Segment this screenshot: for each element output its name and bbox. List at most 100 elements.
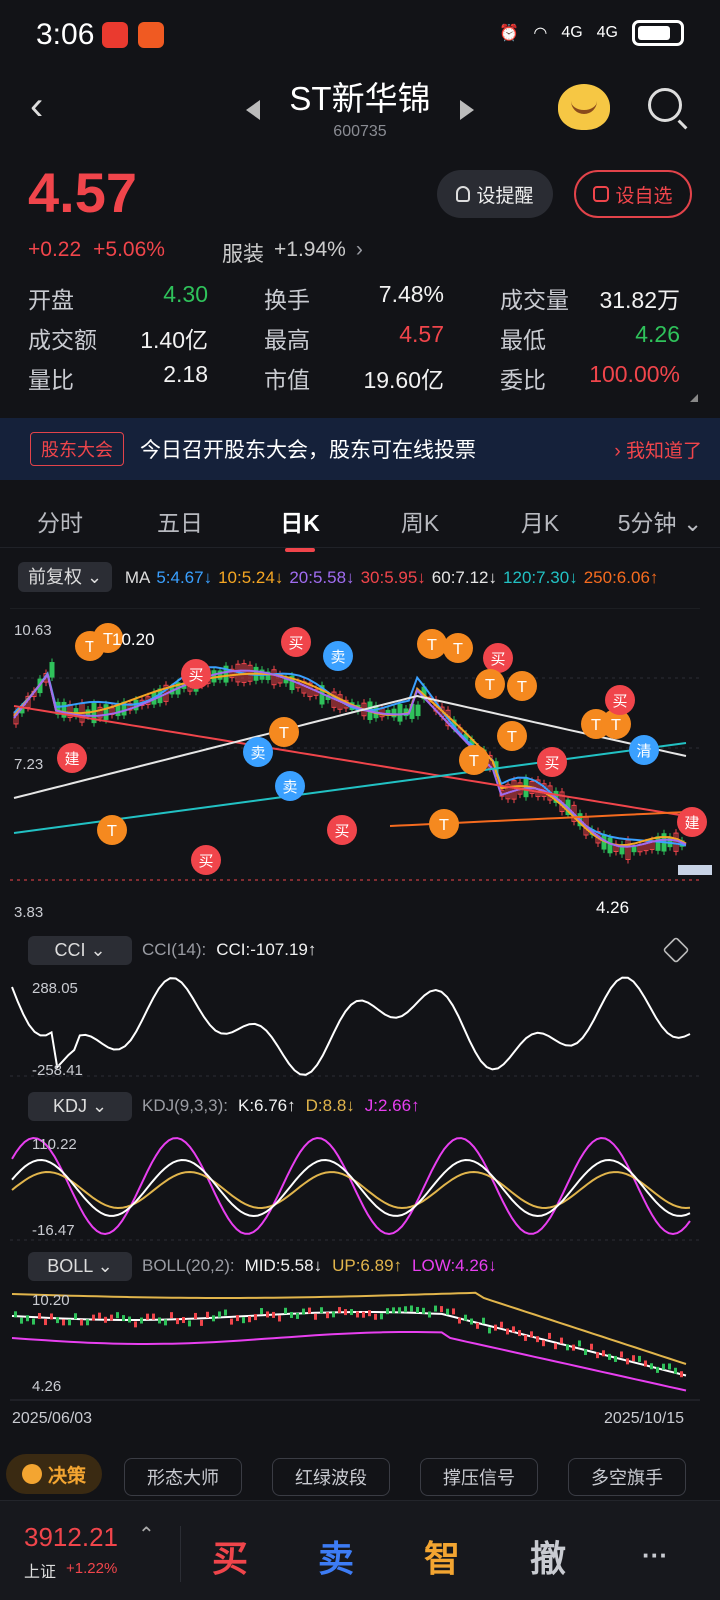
- stock-title: ST新华锦: [289, 80, 431, 117]
- stat-value: 1.40亿: [140, 327, 208, 353]
- boll-candle: [362, 1311, 365, 1318]
- tab-5min[interactable]: 5分钟 ⌄: [600, 504, 720, 538]
- tab-five-day[interactable]: 五日: [120, 504, 240, 538]
- boll-candle: [62, 1319, 65, 1326]
- boll-candle: [104, 1316, 107, 1323]
- boll-candle: [254, 1314, 257, 1321]
- banner-tag: 股东大会: [30, 432, 124, 466]
- boll-candle: [488, 1327, 491, 1334]
- boll-candle: [662, 1363, 665, 1370]
- chevron-up-icon[interactable]: ⌃: [138, 1522, 155, 1547]
- signal-label: T: [452, 640, 463, 658]
- boll-candle: [554, 1343, 557, 1350]
- sell-button[interactable]: 卖: [318, 1530, 354, 1582]
- stat-value: 4.26: [635, 321, 680, 347]
- candle-body: [397, 703, 403, 722]
- sector-link[interactable]: 服装 +1.94% ›: [222, 238, 363, 268]
- boll-bottom-label: 4.26: [32, 1378, 62, 1395]
- boll-candle: [146, 1313, 149, 1320]
- search-icon[interactable]: [648, 88, 682, 122]
- signal-label: 建: [684, 814, 699, 832]
- status-icons: ⏰ ◠ 4G 4G: [499, 20, 684, 46]
- signal-label: T: [438, 816, 449, 834]
- kdj-params: KDJ(9,3,3):: [142, 1096, 228, 1115]
- next-stock-icon[interactable]: [460, 100, 474, 120]
- clock: 3:06: [36, 18, 95, 51]
- stat-cell: 最低 4.26: [500, 321, 680, 355]
- boll-candle: [482, 1317, 485, 1324]
- signal-label: 买: [334, 822, 349, 840]
- strategy-bull-bear[interactable]: 多空旗手: [568, 1458, 686, 1496]
- cci-params: CCI(14):: [142, 940, 207, 959]
- strategy-pattern-master[interactable]: 形态大师: [124, 1458, 242, 1496]
- stat-cell: 委比 100.00%: [500, 361, 680, 395]
- expand-icon[interactable]: [690, 394, 698, 402]
- add-watchlist-button[interactable]: 设自选: [574, 170, 692, 218]
- tab-weekly-k[interactable]: 周K: [360, 504, 480, 538]
- boll-candle: [428, 1311, 431, 1318]
- index-value[interactable]: 3912.21: [24, 1522, 118, 1553]
- boll-candle: [506, 1328, 509, 1335]
- ma-value: 30:5.95↓: [360, 568, 426, 587]
- boll-candle: [320, 1307, 323, 1314]
- boll-candle: [530, 1331, 533, 1338]
- strategy-red-green-band[interactable]: 红绿波段: [272, 1458, 390, 1496]
- kline-high-label: 10.63: [14, 622, 52, 639]
- boll-candle: [248, 1316, 251, 1323]
- buy-button[interactable]: 买: [212, 1530, 248, 1582]
- decision-button[interactable]: 决策: [6, 1454, 102, 1494]
- boll-candle: [230, 1318, 233, 1325]
- set-alert-button[interactable]: 设提醒: [437, 170, 553, 218]
- signal-label: T: [506, 728, 517, 746]
- tab-monthly-k[interactable]: 月K: [480, 504, 600, 538]
- boll-candle: [38, 1313, 41, 1320]
- candle-body: [415, 704, 421, 717]
- boll-candle: [548, 1332, 551, 1339]
- ma-values: MA 5:4.67↓ 10:5.24↓ 20:5.58↓ 30:5.95↓ 60:7.12…: [125, 568, 665, 587]
- more-button[interactable]: ···: [642, 1540, 668, 1571]
- period-tabs: 分时 五日 日K 周K 月K 5分钟 ⌄: [0, 494, 720, 552]
- boll-candle: [236, 1315, 239, 1322]
- meeting-banner[interactable]: 股东大会 今日召开股东大会，股东可在线投票 › 我知道了: [0, 418, 720, 480]
- signal-label: 卖: [282, 778, 297, 796]
- smart-button[interactable]: 智: [424, 1530, 460, 1582]
- stat-value: 2.18: [163, 361, 208, 387]
- boll-candle: [110, 1314, 113, 1321]
- boll-candle: [98, 1312, 101, 1319]
- stats-row: 成交额 1.40亿 最高 4.57 最低 4.26: [28, 318, 694, 358]
- stat-label: 最高: [264, 327, 310, 353]
- boll-select[interactable]: BOLL ⌄: [28, 1251, 132, 1281]
- boll-candle: [410, 1305, 413, 1312]
- kline-chart[interactable]: 建TT T买买卖T卖买卖买T TTT买T TT买T T买清建: [0, 608, 720, 908]
- boll-candle: [50, 1313, 53, 1320]
- ma-value: MA: [124, 568, 151, 587]
- boll-candle: [212, 1315, 215, 1322]
- price-change: +0.22 +5.06%: [28, 238, 165, 262]
- stat-label: 开盘: [28, 287, 74, 313]
- tab-daily-k[interactable]: 日K: [240, 504, 360, 552]
- kdj-d: D:8.8↓: [305, 1096, 355, 1115]
- cci-select[interactable]: CCI ⌄: [28, 935, 132, 965]
- cancel-order-button[interactable]: 撤: [530, 1530, 566, 1582]
- cci-line: [11, 976, 691, 1076]
- cci-bottom-label: -258.41: [32, 1062, 83, 1079]
- cci-chart: [10, 976, 700, 1077]
- boll-candle: [290, 1311, 293, 1318]
- settings-icon[interactable]: [662, 936, 690, 964]
- mascot-icon[interactable]: [558, 84, 610, 130]
- kdj-select[interactable]: KDJ ⌄: [28, 1091, 132, 1121]
- decision-icon: [21, 1464, 42, 1484]
- boll-candle: [86, 1319, 89, 1326]
- boll-candle: [326, 1312, 329, 1319]
- chevron-right-icon: ›: [355, 238, 363, 261]
- boll-candle: [14, 1311, 17, 1318]
- boll-candle: [368, 1310, 371, 1317]
- boll-candle: [44, 1319, 47, 1326]
- boll-candle: [350, 1309, 353, 1316]
- stat-label: 最低: [500, 327, 546, 353]
- strategy-support-resistance[interactable]: 撑压信号: [420, 1458, 538, 1496]
- signal-label: T: [278, 724, 289, 742]
- dismiss-banner-button[interactable]: › 我知道了: [614, 436, 702, 463]
- adjust-select[interactable]: 前复权 ⌄: [18, 562, 113, 592]
- tab-intraday[interactable]: 分时: [0, 504, 120, 538]
